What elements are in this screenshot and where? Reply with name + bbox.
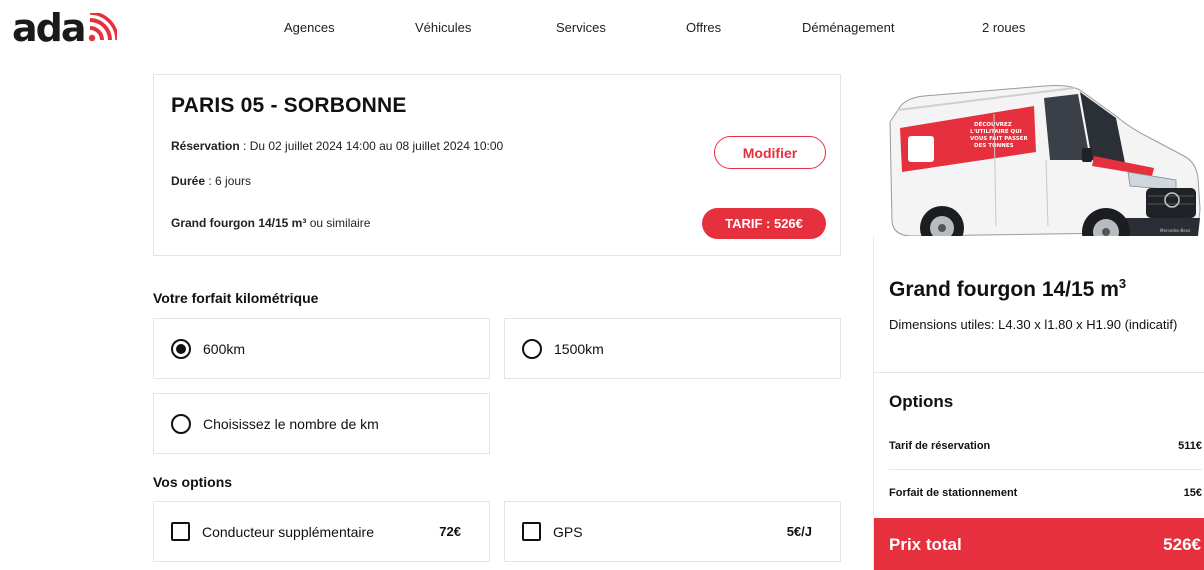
mileage-option-label: 1500km: [554, 340, 604, 357]
radio-unchecked-icon[interactable]: [171, 413, 191, 434]
option-additional-driver[interactable]: Conducteur supplémentaire 72€: [153, 501, 490, 562]
duration-label: Durée: [171, 174, 206, 188]
tarif-badge: TARIF : 526€: [702, 208, 826, 239]
nav-demenagement[interactable]: Déménagement: [802, 20, 895, 35]
price-row-label: Forfait de stationnement: [889, 487, 1018, 499]
radio-checked-icon[interactable]: [171, 338, 191, 359]
vehicle-line: Grand fourgon 14/15 m³ ou similaire: [171, 216, 370, 230]
mileage-section-title: Votre forfait kilométrique: [153, 290, 319, 306]
vehicle-name: Grand fourgon 14/15 m3: [889, 276, 1126, 302]
option-label: GPS: [553, 523, 583, 540]
panel-divider: [874, 372, 1204, 373]
van-banner-line: DES TONNES: [974, 143, 1014, 149]
mileage-option-label: Choisissez le nombre de km: [203, 415, 379, 432]
pricing-options-title: Options: [889, 392, 954, 411]
duration-line: Durée : 6 jours: [171, 174, 251, 188]
row-divider: [889, 469, 1202, 470]
mileage-option-600km[interactable]: 600km: [153, 318, 490, 379]
price-row-label: Tarif de réservation: [889, 440, 991, 452]
price-row-value: 511€: [1178, 440, 1202, 452]
nav-vehicules[interactable]: Véhicules: [415, 20, 471, 35]
nav-agences[interactable]: Agences: [284, 20, 335, 35]
vehicle-suffix: ou similaire: [306, 216, 371, 230]
checkbox-icon[interactable]: [522, 522, 541, 541]
vehicle-dimensions: Dimensions utiles: L4.30 x l1.80 x H1.90…: [889, 317, 1178, 332]
main-nav: Agences Véhicules Services Offres Déména…: [0, 20, 1204, 40]
reservation-line: Réservation : Du 02 juillet 2024 14:00 a…: [171, 139, 503, 153]
modify-button[interactable]: Modifier: [714, 136, 826, 169]
vehicle-name-sup: 3: [1118, 276, 1127, 291]
vehicle-name-text: Grand fourgon 14/15 m: [889, 278, 1119, 301]
price-row-value: 15€: [1183, 487, 1202, 499]
mileage-option-1500km[interactable]: 1500km: [504, 318, 841, 379]
price-row-parking: Forfait de stationnement 15€: [889, 487, 1202, 507]
vehicle-model: Grand fourgon 14/15 m³: [171, 216, 307, 230]
price-row-reservation: Tarif de réservation 511€: [889, 440, 1202, 460]
nav-services[interactable]: Services: [556, 20, 606, 35]
nav-2-roues[interactable]: 2 roues: [982, 20, 1025, 35]
van-brand: Mercedes-Benz: [1160, 228, 1190, 233]
van-banner-line: VOUS FAIT PASSER: [970, 136, 1028, 142]
nav-offres[interactable]: Offres: [686, 20, 721, 35]
radio-unchecked-icon[interactable]: [522, 338, 542, 359]
mileage-option-custom[interactable]: Choisissez le nombre de km: [153, 393, 490, 454]
option-price: 5€/J: [786, 524, 812, 539]
option-price: 72€: [439, 524, 461, 539]
total-value: 526€: [1163, 535, 1201, 554]
checkbox-icon[interactable]: [171, 522, 190, 541]
van-banner-line: L'UTILITAIRE QUI: [970, 129, 1022, 135]
reservation-summary-card: PARIS 05 - SORBONNE Réservation : Du 02 …: [153, 74, 841, 256]
reservation-value: : Du 02 juillet 2024 14:00 au 08 juillet…: [239, 139, 504, 153]
total-label: Prix total: [889, 535, 962, 554]
agency-title: PARIS 05 - SORBONNE: [171, 94, 407, 117]
options-section-title: Vos options: [153, 474, 233, 490]
total-price-bar: Prix total 526€: [874, 518, 1204, 570]
option-label: Conducteur supplémentaire: [202, 523, 374, 540]
option-gps[interactable]: GPS 5€/J: [504, 501, 841, 562]
duration-value: : 6 jours: [205, 174, 252, 188]
vehicle-summary-panel: Grand fourgon 14/15 m3 Dimensions utiles…: [873, 236, 1204, 570]
reservation-label: Réservation: [171, 139, 240, 153]
van-banner-line: DÉCOUVREZ: [974, 120, 1012, 128]
mileage-option-label: 600km: [203, 340, 246, 357]
